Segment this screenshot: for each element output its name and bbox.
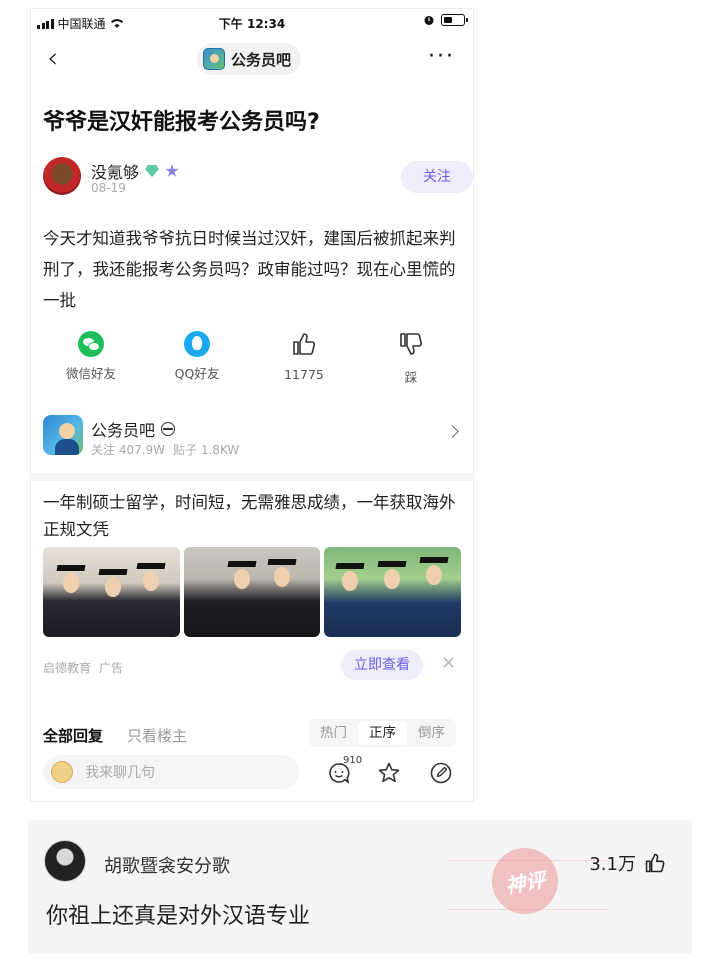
follow-button[interactable]: 关注 — [401, 161, 473, 193]
author-name-row: 没氪够 — [91, 159, 179, 183]
like-button[interactable]: 11775 — [264, 331, 344, 382]
star-icon[interactable] — [377, 761, 401, 785]
post-title: 爷爷是汉奸能报考公务员吗? — [43, 110, 320, 135]
section-divider — [31, 473, 473, 481]
ad-tag: 广告 — [99, 661, 124, 675]
person-shape — [63, 573, 79, 593]
alarm-icon — [424, 16, 434, 25]
phone-screen: 中国联通 下午 12:34 ‹ 公务员吧 ··· 爷爷是汉奸能报考公务员吗? 没… — [30, 8, 474, 802]
share-qq-button[interactable]: QQ好友 — [157, 331, 237, 382]
post-content: 今天才知道我爷爷抗日时候当过汉奸，建国后被抓起来判刑了，我还能报考公务员吗？政审… — [43, 229, 456, 310]
status-time: 下午 12:34 — [218, 17, 286, 31]
thumbs-up-icon — [293, 333, 316, 355]
sort-descending[interactable]: 倒序 — [407, 719, 456, 747]
qq-icon — [184, 331, 210, 357]
forum-entry[interactable]: 公务员吧 关注 407.9W 贴子 1.8KW — [31, 413, 473, 469]
graduation-cap-shape — [419, 557, 449, 563]
sort-ascending[interactable]: 正序 — [358, 721, 407, 745]
thumbs-up-icon — [645, 853, 665, 873]
ad-meta: 启德教育 广告 — [43, 659, 123, 676]
action-label: 微信好友 — [65, 366, 116, 381]
graduation-cap-shape — [136, 563, 166, 569]
person-shape — [273, 567, 290, 587]
like-count: 11775 — [284, 367, 324, 382]
person-shape — [342, 571, 359, 591]
battery-icon — [441, 14, 468, 26]
ad-advertiser: 启德教育 — [43, 661, 92, 675]
comment-like-button[interactable]: 3.1万 — [589, 850, 666, 876]
graduation-cap-shape — [267, 559, 297, 565]
reply-tabs: 全部回复 只看楼主 — [43, 725, 187, 746]
ad-text[interactable]: 一年制硕士留学，时间短，无需雅思成绩，一年获取海外正规文凭 — [43, 489, 463, 543]
forum-level-icon — [161, 422, 176, 436]
share-actions: 微信好友 QQ好友 11775 踩 — [31, 331, 473, 391]
dislike-button[interactable]: 踩 — [371, 331, 451, 386]
thumbs-down-icon — [400, 333, 423, 355]
ad-image[interactable] — [43, 547, 180, 637]
comment-username[interactable]: 胡歌暨衾安分歌 — [104, 852, 230, 878]
graduation-cap-shape — [98, 569, 128, 575]
reply-input[interactable]: 我来聊几句 — [43, 755, 299, 789]
reply-input-placeholder: 我来聊几句 — [85, 765, 155, 781]
comment-like-count: 3.1万 — [589, 854, 636, 875]
forum-pill-label: 公务员吧 — [231, 50, 292, 69]
wechat-icon — [78, 331, 104, 357]
action-label: 踩 — [404, 370, 418, 385]
tab-all-replies[interactable]: 全部回复 — [43, 727, 103, 745]
author-avatar[interactable] — [43, 157, 81, 195]
comment-count: 910 — [343, 755, 363, 766]
action-label: QQ好友 — [174, 366, 220, 381]
back-icon[interactable]: ‹ — [47, 43, 58, 73]
forum-name-row: 公务员吧 — [91, 417, 176, 441]
forum-avatar-icon — [203, 48, 225, 70]
status-right — [423, 14, 468, 26]
edit-icon[interactable] — [429, 761, 453, 785]
chevron-right-icon — [446, 425, 459, 438]
diamond-badge-icon — [145, 165, 160, 177]
forum-name: 公务员吧 — [91, 421, 156, 440]
tab-owner-only[interactable]: 只看楼主 — [127, 727, 187, 745]
nav-bar: ‹ 公务员吧 ··· — [31, 39, 473, 79]
graduation-cap-shape — [227, 561, 257, 567]
comment-text: 你祖上还真是对外汉语专业 — [46, 904, 311, 929]
post-author: 没氪够 08-19 关注 — [43, 157, 473, 201]
author-name[interactable]: 没氪够 — [91, 159, 139, 183]
more-icon[interactable]: ··· — [428, 46, 455, 68]
comment-avatar[interactable] — [44, 840, 86, 882]
forum-avatar — [43, 415, 83, 455]
featured-comment: 神评 胡歌暨衾安分歌 3.1万 你祖上还真是对外汉语专业 — [28, 820, 692, 954]
ad-cta-button[interactable]: 立即查看 — [341, 650, 423, 680]
user-avatar — [51, 761, 73, 783]
forum-followers: 关注 407.9W — [91, 443, 166, 457]
person-shape — [384, 569, 401, 589]
level-badge-icon — [165, 164, 179, 177]
ad-images[interactable] — [43, 547, 462, 637]
ad-image[interactable] — [183, 547, 321, 637]
graduation-cap-shape — [56, 565, 86, 571]
sort-hot[interactable]: 热门 — [309, 719, 358, 747]
status-bar: 中国联通 下午 12:34 — [31, 9, 473, 35]
graduation-cap-shape — [377, 561, 407, 567]
sort-group: 热门 正序 倒序 — [309, 719, 456, 747]
graduation-cap-shape — [335, 563, 365, 569]
close-icon[interactable]: ✕ — [441, 653, 456, 674]
person-shape — [143, 571, 159, 591]
forum-stats: 关注 407.9W 贴子 1.8KW — [91, 441, 239, 458]
post-date: 08-19 — [91, 181, 126, 195]
person-shape — [233, 569, 250, 589]
person-shape — [426, 565, 443, 585]
forum-pill[interactable]: 公务员吧 — [197, 43, 302, 75]
share-wechat-button[interactable]: 微信好友 — [51, 331, 131, 382]
forum-posts: 贴子 1.8KW — [173, 443, 240, 457]
ad-image[interactable] — [324, 547, 462, 637]
person-shape — [105, 577, 121, 597]
